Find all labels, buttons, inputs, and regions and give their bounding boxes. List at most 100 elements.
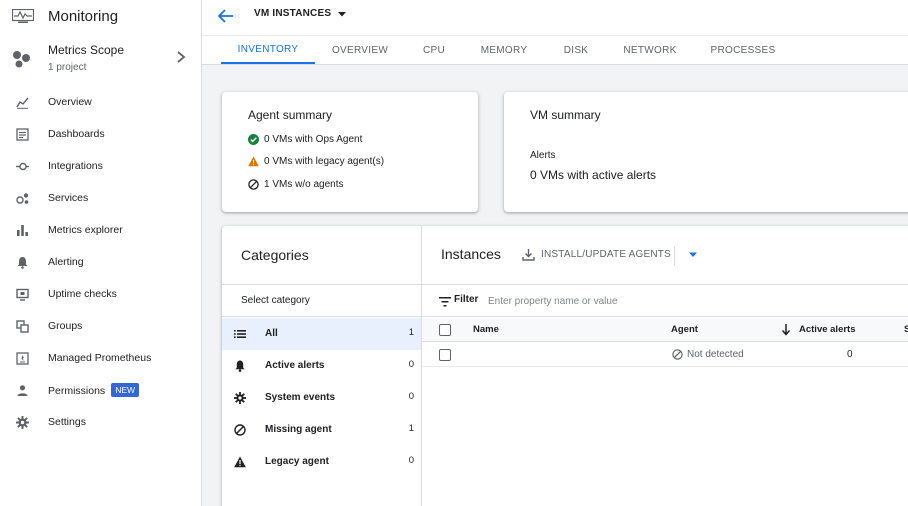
sidebar-item-services[interactable]: Services <box>0 182 201 214</box>
vm-summary-title: VM summary <box>530 108 601 122</box>
warning-icon <box>234 456 246 468</box>
ops-agent-text: 0 VMs with Ops Agent <box>264 134 363 145</box>
toolbar-divider <box>674 246 675 266</box>
no-agent-text: 1 VMs w/o agents <box>264 179 344 190</box>
inventory-panel: Categories Select category All 1 Active … <box>222 226 908 506</box>
sidebar-item-label: Permissions NEW <box>48 383 140 397</box>
back-arrow-icon[interactable] <box>216 7 236 25</box>
overview-icon <box>16 97 29 109</box>
list-icon <box>234 330 246 338</box>
column-active-alerts[interactable]: Active alerts <box>799 324 856 335</box>
category-all[interactable]: All 1 <box>222 318 421 350</box>
sidebar: Monitoring Metrics Scope 1 project Overv… <box>0 0 202 506</box>
active-alerts-value: 0 <box>847 349 853 360</box>
sidebar-item-groups[interactable]: Groups <box>0 310 201 342</box>
install-update-agents-button[interactable]: INSTALL/UPDATE AGENTS <box>522 248 671 261</box>
groups-icon <box>16 320 29 333</box>
filter-input[interactable] <box>488 292 788 310</box>
category-legacy-agent[interactable]: Legacy agent 0 <box>222 446 421 478</box>
download-icon <box>522 249 535 261</box>
select-all-checkbox[interactable] <box>439 324 451 336</box>
sidebar-item-permissions[interactable]: Permissions NEW <box>0 374 201 406</box>
sidebar-item-settings[interactable]: Settings <box>0 406 201 438</box>
bar-chart-icon <box>17 225 28 236</box>
sidebar-item-label: Uptime checks <box>48 288 117 300</box>
categories-panel: Categories Select category All 1 Active … <box>222 226 422 506</box>
check-circle-icon <box>248 134 259 145</box>
sidebar-item-managed-prometheus[interactable]: Managed Prometheus <box>0 342 201 374</box>
warning-icon <box>248 156 259 167</box>
new-badge: NEW <box>111 383 140 397</box>
sidebar-item-label: Settings <box>48 416 86 428</box>
bell-icon <box>235 360 245 372</box>
tab-disk[interactable]: DISK <box>554 36 598 64</box>
sidebar-item-label: Services <box>48 192 89 204</box>
category-label: All <box>265 328 278 339</box>
legacy-agent-text: 0 VMs with legacy agent(s) <box>264 156 385 167</box>
caret-down-icon[interactable] <box>688 252 698 258</box>
sidebar-nav: Overview Dashboards Integrations Service… <box>0 86 201 438</box>
sidebar-item-label: Integrations <box>48 160 103 172</box>
category-label: Legacy agent <box>265 456 329 467</box>
category-count: 1 <box>408 327 414 338</box>
gear-icon <box>16 416 29 429</box>
sidebar-item-integrations[interactable]: Integrations <box>0 150 201 182</box>
row-checkbox[interactable] <box>439 349 451 361</box>
agent-summary-card: Agent summary 0 VMs with Ops Agent 0 VMs… <box>222 92 478 212</box>
chevron-right-icon <box>177 51 186 63</box>
category-label: System events <box>265 392 336 403</box>
sidebar-item-dashboards[interactable]: Dashboards <box>0 118 201 150</box>
instances-title: Instances <box>441 246 501 262</box>
sidebar-item-label: Dashboards <box>48 128 105 140</box>
tab-inventory[interactable]: INVENTORY <box>221 36 315 64</box>
services-icon <box>16 193 29 204</box>
category-active-alerts[interactable]: Active alerts 0 <box>222 350 421 382</box>
tab-processes[interactable]: PROCESSES <box>706 36 780 64</box>
vm-instances-dropdown[interactable]: VM INSTANCES <box>254 8 347 19</box>
page-header: VM INSTANCES <box>202 0 908 36</box>
column-truncated[interactable]: S <box>904 324 908 335</box>
column-agent[interactable]: Agent <box>671 324 698 335</box>
tab-memory[interactable]: MEMORY <box>472 36 536 64</box>
filter-label: Filter <box>454 294 479 305</box>
sidebar-item-alerting[interactable]: Alerting <box>0 246 201 278</box>
dashboards-icon <box>16 128 29 141</box>
integrations-icon <box>16 162 29 171</box>
sidebar-item-label: Overview <box>48 96 92 108</box>
app-title: Monitoring <box>48 7 119 25</box>
column-name[interactable]: Name <box>473 324 499 335</box>
filter-bar: Filter <box>422 284 908 317</box>
metrics-scope-icon <box>13 51 30 68</box>
blocked-icon <box>672 349 683 360</box>
table-row[interactable]: Not detected 0 <box>422 343 908 367</box>
tab-network[interactable]: NETWORK <box>618 36 682 64</box>
category-missing-agent[interactable]: Missing agent 1 <box>222 414 421 446</box>
prometheus-icon <box>16 352 29 365</box>
monitoring-logo-icon <box>12 9 34 23</box>
category-count: 0 <box>408 359 414 370</box>
bell-icon <box>17 257 28 269</box>
sidebar-item-metrics-explorer[interactable]: Metrics explorer <box>0 214 201 246</box>
person-icon <box>17 385 28 396</box>
category-system-events[interactable]: System events 0 <box>222 382 421 414</box>
category-count: 0 <box>408 455 414 466</box>
category-label: Missing agent <box>265 424 332 435</box>
sidebar-item-label: Alerting <box>48 256 84 268</box>
select-category-label: Select category <box>222 284 421 317</box>
metrics-scope-selector[interactable]: Metrics Scope 1 project <box>12 42 192 76</box>
sidebar-item-label: Groups <box>48 320 83 332</box>
install-update-agents-label: INSTALL/UPDATE AGENTS <box>541 249 671 260</box>
permissions-label: Permissions <box>48 385 106 397</box>
tab-bar: INVENTORY OVERVIEW CPU MEMORY DISK NETWO… <box>202 36 908 65</box>
sidebar-item-uptime-checks[interactable]: Uptime checks <box>0 278 201 310</box>
sort-arrow-down-icon[interactable] <box>781 323 791 336</box>
monitor-icon <box>16 288 29 301</box>
sidebar-item-label: Metrics explorer <box>48 224 123 236</box>
tab-cpu[interactable]: CPU <box>412 36 456 64</box>
caret-down-icon <box>338 11 347 16</box>
tab-overview[interactable]: OVERVIEW <box>322 36 398 64</box>
agent-summary-title: Agent summary <box>248 108 333 122</box>
sidebar-item-overview[interactable]: Overview <box>0 86 201 118</box>
vm-summary-card: VM summary Alerts 0 VMs with active aler… <box>504 92 908 212</box>
category-count: 0 <box>408 391 414 402</box>
